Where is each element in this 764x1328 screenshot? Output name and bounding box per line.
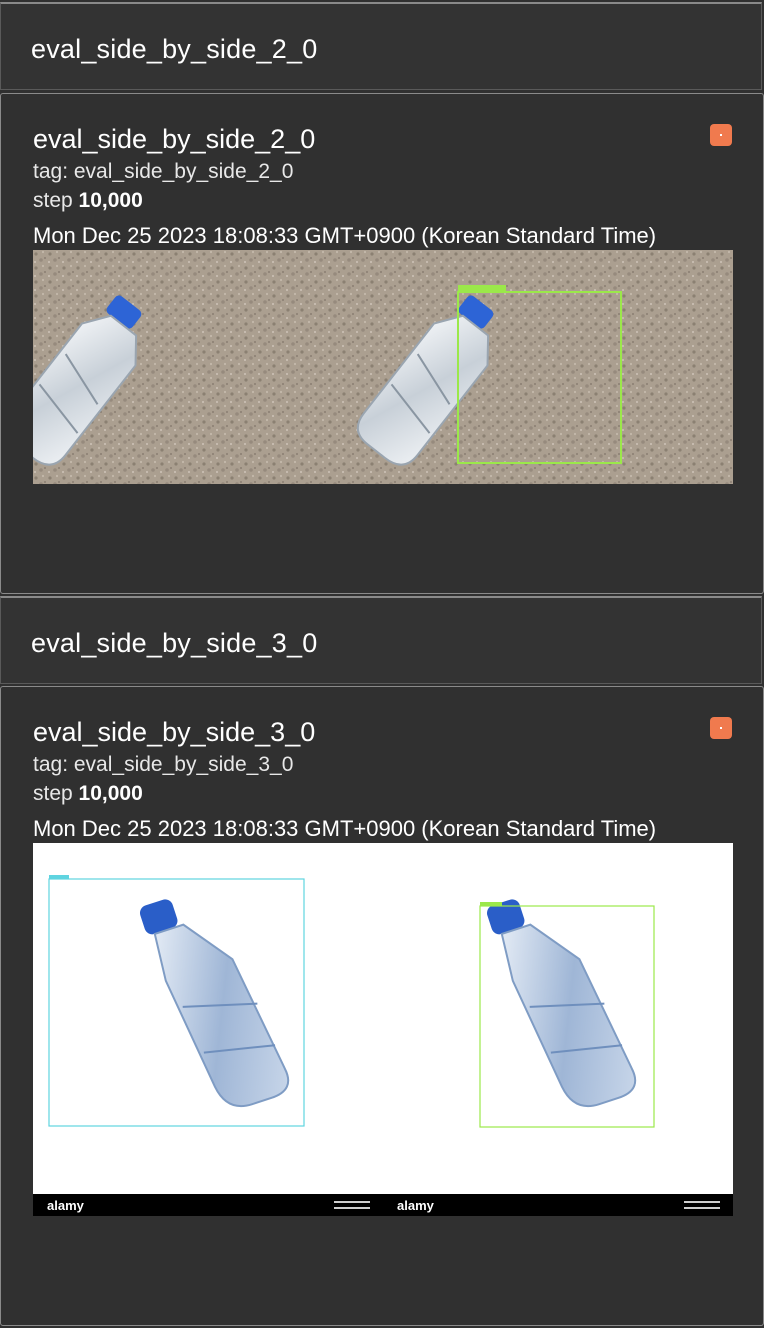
run-color-swatch[interactable] <box>710 717 732 739</box>
card-title: eval_side_by_side_2_0 <box>33 124 316 154</box>
group-header-1[interactable]: eval_side_by_side_2_0 <box>0 2 762 90</box>
detection-label-left <box>49 875 69 879</box>
detection-label-right <box>480 902 502 906</box>
card-timestamp: Mon Dec 25 2023 18:08:33 GMT+0900 (Korea… <box>33 816 657 841</box>
group-header-2[interactable]: eval_side_by_side_3_0 <box>0 596 762 684</box>
card-title: eval_side_by_side_3_0 <box>33 717 316 747</box>
card-step: step 10,000 <box>33 189 143 213</box>
eval-image-sand <box>33 250 733 484</box>
run-color-swatch[interactable] <box>710 124 732 146</box>
card-tag: tag: eval_side_by_side_2_0 <box>33 160 294 183</box>
step-label: step <box>33 189 73 212</box>
step-label: step <box>33 782 73 805</box>
svg-text:alamy: alamy <box>397 1198 435 1213</box>
card-timestamp: Mon Dec 25 2023 18:08:33 GMT+0900 (Korea… <box>33 223 657 248</box>
detection-label <box>458 285 506 292</box>
step-value: 10,000 <box>78 189 143 212</box>
card-step: step 10,000 <box>33 782 143 806</box>
step-value: 10,000 <box>78 782 143 805</box>
image-card-2: eval_side_by_side_3_0 tag: eval_side_by_… <box>0 686 764 1326</box>
group-title: eval_side_by_side_2_0 <box>31 34 318 64</box>
image-dashboard: eval_side_by_side_2_0 eval_side_by_side_… <box>0 0 764 1328</box>
card-tag: tag: eval_side_by_side_3_0 <box>33 753 294 776</box>
group-title: eval_side_by_side_3_0 <box>31 628 318 658</box>
svg-text:alamy: alamy <box>47 1198 85 1213</box>
image-card-1: eval_side_by_side_2_0 tag: eval_side_by_… <box>0 93 764 594</box>
eval-image-white: alamy alamy <box>33 843 733 1216</box>
